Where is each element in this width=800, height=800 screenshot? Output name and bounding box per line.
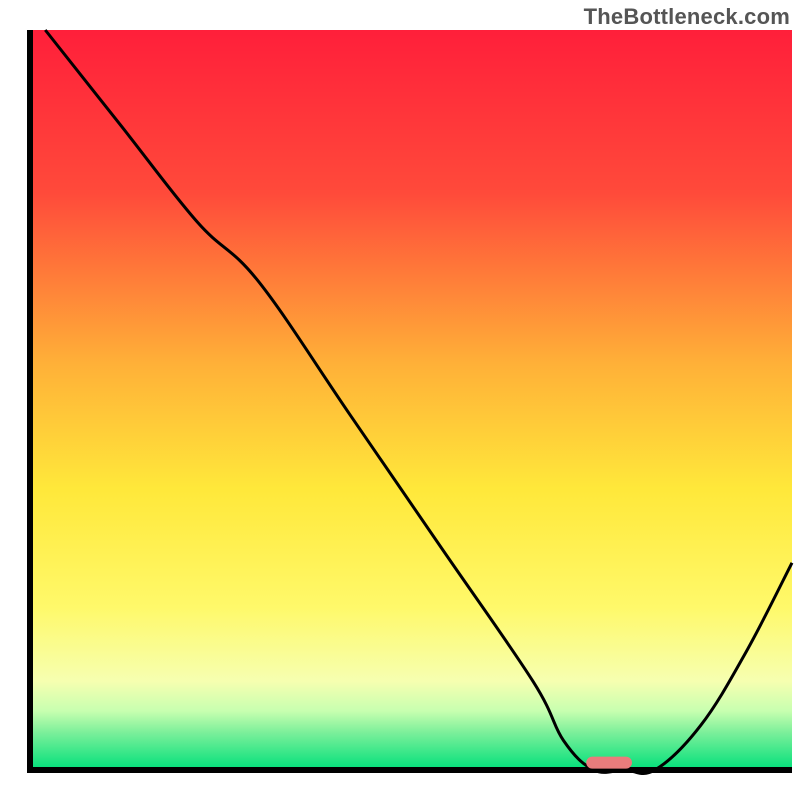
optimal-marker [586,757,632,769]
chart-container: TheBottleneck.com [0,0,800,800]
bottleneck-chart [0,0,800,800]
watermark-text: TheBottleneck.com [584,4,790,30]
plot-background [30,30,792,770]
